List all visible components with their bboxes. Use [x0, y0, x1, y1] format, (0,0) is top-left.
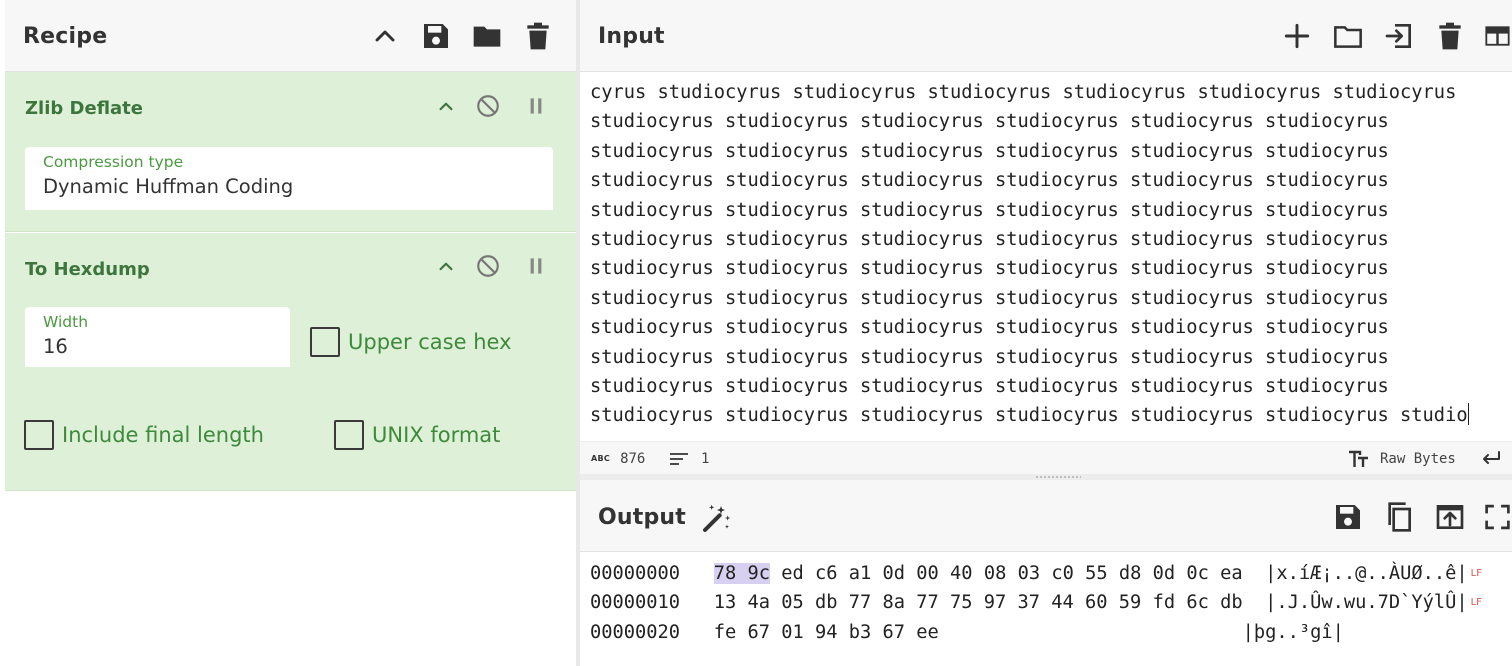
field-label: Compression type	[43, 153, 184, 171]
input-line: studiocyrus studiocyrus studiocyrus stud…	[590, 258, 1389, 280]
folder-icon[interactable]	[470, 19, 504, 53]
eol-button[interactable]	[1480, 442, 1502, 475]
row-ascii: |.J.Ûw.wu.7D`YýlÛ|	[1265, 592, 1468, 614]
checkbox-box[interactable]	[334, 420, 364, 450]
upper-case-hex-checkbox[interactable]: Upper case hex	[310, 327, 512, 357]
field-value: 16	[43, 335, 68, 358]
output-pane: Output 00000000 78 9c ed c6 a1 0d 00 40 …	[580, 480, 1512, 666]
operation-to-hexdump: To Hexdump Width 16 Upper case hex Inclu…	[5, 233, 576, 491]
input-length-value: 876	[620, 450, 646, 467]
length-icon: ABC	[591, 454, 611, 463]
row-offset: 00000020	[590, 621, 681, 643]
replace-input-icon[interactable]	[1433, 500, 1467, 534]
highlighted-bytes: 78 9c	[713, 563, 771, 585]
line-feed-marker: LF	[1470, 568, 1482, 579]
breakpoint-icon[interactable]	[522, 252, 550, 280]
recipe-header: Recipe	[5, 0, 576, 72]
input-length: ABC 876	[591, 442, 645, 475]
field-label: Width	[43, 313, 89, 331]
checkbox-label: Include final length	[62, 423, 264, 447]
field-value: Dynamic Huffman Coding	[43, 175, 294, 198]
save-icon[interactable]	[419, 19, 453, 53]
encoding-value: Raw Bytes	[1380, 450, 1456, 467]
operation-zlib-deflate: Zlib Deflate Compression type Dynamic Hu…	[5, 72, 576, 232]
input-line: cyrus studiocyrus studiocyrus studiocyru…	[590, 82, 1457, 103]
hexdump-row: 00000020 fe 67 01 94 b3 67 ee |þg..³gî|	[590, 618, 1482, 647]
output-header: Output	[580, 480, 1512, 552]
output-hexdump[interactable]: 00000000 78 9c ed c6 a1 0d 00 40 08 03 c…	[590, 559, 1482, 647]
checkbox-label: Upper case hex	[348, 330, 512, 354]
row-offset: 00000010	[590, 592, 681, 614]
input-title: Input	[598, 24, 665, 49]
load-icon[interactable]	[1382, 19, 1416, 53]
row-offset: 00000000	[590, 563, 681, 585]
input-line: studiocyrus studiocyrus studiocyrus stud…	[590, 287, 1389, 309]
input-lines: 1	[669, 442, 709, 475]
maximise-icon[interactable]	[1483, 500, 1512, 534]
input-encoding[interactable]: Raw Bytes	[1348, 442, 1456, 475]
return-icon	[1480, 450, 1502, 468]
copy-icon[interactable]	[1382, 500, 1416, 534]
input-pane: Input cyrus studiocyrus studiocyrus stud…	[580, 0, 1512, 474]
hexdump-row: 00000000 78 9c ed c6 a1 0d 00 40 08 03 c…	[590, 559, 1482, 588]
magic-wand-icon[interactable]	[700, 501, 734, 535]
save-icon[interactable]	[1331, 500, 1365, 534]
checkbox-box[interactable]	[310, 327, 340, 357]
disable-icon[interactable]	[474, 252, 502, 280]
breakpoint-icon[interactable]	[522, 92, 550, 120]
layout-icon[interactable]	[1483, 19, 1512, 53]
row-hex: ed c6 a1 0d 00 40 08 03 c0 55 d8 0d 0c e…	[770, 563, 1243, 585]
input-textarea[interactable]: cyrus studiocyrus studiocyrus studiocyru…	[590, 78, 1508, 431]
chevron-up-icon[interactable]	[432, 253, 460, 281]
row-ascii: |þg..³gî|	[1242, 621, 1344, 643]
recipe-pane: Recipe Zlib Deflate Compression type Dyn…	[0, 0, 576, 666]
operation-title: To Hexdump	[25, 259, 150, 280]
input-status-bar: ABC 876 1 Raw Bytes	[580, 441, 1512, 474]
width-input[interactable]: Width 16	[25, 307, 290, 367]
row-hex: 13 4a 05 db 77 8a 77 75 97 37 44 60 59 f…	[713, 592, 1243, 614]
recipe-title: Recipe	[23, 24, 108, 49]
folder-icon[interactable]	[1331, 19, 1365, 53]
input-line: studiocyrus studiocyrus studiocyrus stud…	[590, 111, 1389, 133]
unix-format-checkbox[interactable]: UNIX format	[334, 420, 500, 450]
compression-type-select[interactable]: Compression type Dynamic Huffman Coding	[25, 147, 553, 210]
plus-icon[interactable]	[1280, 19, 1314, 53]
input-line: studiocyrus studiocyrus studiocyrus stud…	[590, 405, 1468, 427]
trash-icon[interactable]	[1433, 19, 1467, 53]
row-hex: fe 67 01 94 b3 67 ee	[713, 621, 939, 643]
operation-title: Zlib Deflate	[25, 98, 143, 119]
lines-icon	[669, 451, 689, 467]
text-encoding-icon	[1348, 450, 1370, 468]
checkbox-box[interactable]	[24, 420, 54, 450]
input-line: studiocyrus studiocyrus studiocyrus stud…	[590, 229, 1389, 251]
output-title: Output	[598, 505, 687, 530]
input-line: studiocyrus studiocyrus studiocyrus stud…	[590, 140, 1389, 162]
row-ascii: |x.íÆ¡..@..ÀUØ..ê|	[1265, 563, 1468, 585]
input-line: studiocyrus studiocyrus studiocyrus stud…	[590, 170, 1389, 192]
disable-icon[interactable]	[474, 92, 502, 120]
include-final-length-checkbox[interactable]: Include final length	[24, 420, 264, 450]
input-line: studiocyrus studiocyrus studiocyrus stud…	[590, 346, 1389, 368]
resize-grip[interactable]	[1035, 475, 1081, 479]
line-feed-marker: LF	[1470, 597, 1482, 609]
chevron-up-icon[interactable]	[368, 19, 402, 53]
input-header: Input	[580, 0, 1512, 72]
checkbox-label: UNIX format	[372, 423, 501, 447]
input-line: studiocyrus studiocyrus studiocyrus stud…	[590, 317, 1389, 339]
input-lines-value: 1	[701, 450, 710, 467]
text-caret	[1467, 403, 1469, 426]
input-line: studiocyrus studiocyrus studiocyrus stud…	[590, 199, 1389, 221]
input-line: studiocyrus studiocyrus studiocyrus stud…	[590, 376, 1389, 398]
trash-icon[interactable]	[521, 19, 555, 53]
hexdump-row: 00000010 13 4a 05 db 77 8a 77 75 97 37 4…	[590, 588, 1482, 617]
chevron-up-icon[interactable]	[432, 93, 460, 121]
